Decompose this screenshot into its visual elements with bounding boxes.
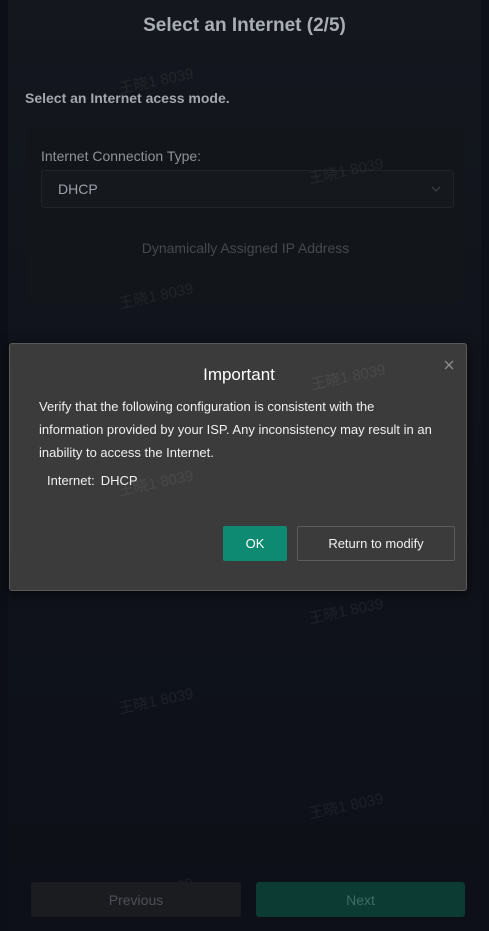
watermark: 王晓1 8039 <box>117 467 196 500</box>
watermark: 王晓1 8039 <box>307 595 386 628</box>
watermark: 王晓1 8039 <box>309 361 388 394</box>
next-button[interactable]: Next <box>256 882 465 917</box>
close-icon[interactable] <box>442 358 456 372</box>
connection-type-value: DHCP <box>58 181 98 197</box>
dialog-message: Verify that the following configuration … <box>39 399 432 460</box>
previous-button[interactable]: Previous <box>31 882 241 917</box>
connection-description: Dynamically Assigned IP Address <box>141 240 350 256</box>
page-title: Select an Internet (2/5) <box>143 15 346 36</box>
internet-field-label: Internet: <box>47 473 95 488</box>
connection-type-label: Internet Connection Type: <box>41 148 202 164</box>
connection-card: Internet Connection Type: DHCP Dynamical… <box>27 128 464 303</box>
important-dialog: Important Verify that the following conf… <box>9 343 467 591</box>
ok-button[interactable]: OK <box>223 526 287 561</box>
watermark: 王晓1 8039 <box>307 790 386 823</box>
connection-type-select[interactable]: DHCP <box>41 170 454 208</box>
page-header: Select an Internet (2/5) <box>8 0 481 52</box>
return-to-modify-button[interactable]: Return to modify <box>297 526 455 561</box>
dialog-title: Important <box>203 365 275 384</box>
chevron-down-icon <box>431 186 441 192</box>
watermark: 王晓1 8039 <box>117 685 196 718</box>
